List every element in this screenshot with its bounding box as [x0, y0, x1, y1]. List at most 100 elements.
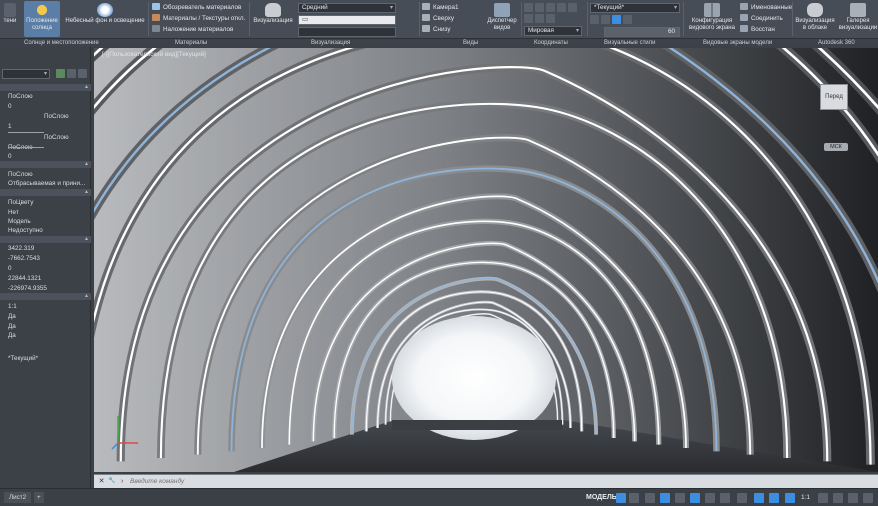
ucs-origin-icon[interactable]: [535, 3, 544, 12]
ucs-y-icon[interactable]: [557, 3, 566, 12]
style-xray-icon[interactable]: [623, 15, 632, 24]
style-faces-icon[interactable]: [601, 15, 610, 24]
group-views-label[interactable]: Виды: [463, 39, 478, 48]
property-value[interactable]: -226974.9355: [8, 285, 47, 292]
lineweight-icon[interactable]: [705, 493, 715, 503]
add-tab-button[interactable]: +: [34, 492, 44, 503]
materials-mapping-button[interactable]: Наложение материалов: [152, 25, 233, 35]
property-value[interactable]: 22844.1321: [8, 275, 41, 282]
select-objects-icon[interactable]: [67, 69, 76, 78]
quick-select-icon[interactable]: [56, 69, 65, 78]
property-value[interactable]: Отбрасываемая и прини...: [8, 180, 85, 187]
property-value[interactable]: ПоЦвету: [8, 199, 33, 206]
transparency-icon[interactable]: [720, 493, 730, 503]
settings-gear-icon[interactable]: [818, 493, 828, 503]
property-value[interactable]: 1:1: [8, 303, 17, 310]
property-value[interactable]: Нет: [8, 209, 19, 216]
property-value[interactable]: Недоступно: [8, 227, 43, 234]
property-value[interactable]: Да: [8, 313, 16, 320]
tab-sheet2[interactable]: Лист2: [4, 492, 32, 503]
group-visualize-label[interactable]: Визуализация: [311, 39, 350, 48]
close-icon[interactable]: ✕: [97, 477, 106, 486]
tunnel-3d-model: [94, 48, 878, 472]
group-visual-styles-label[interactable]: Визуальные стили: [604, 39, 656, 48]
annotation-scale-value[interactable]: 1:1: [801, 492, 810, 503]
snap-icon[interactable]: [629, 493, 639, 503]
section-general[interactable]: ▴: [0, 84, 91, 91]
property-value[interactable]: 3422.319: [8, 245, 34, 252]
render-gallery-button[interactable]: Галерея визуализации: [838, 1, 878, 37]
viewport-config-button[interactable]: Конфигурация видового экрана: [687, 1, 737, 37]
bottom-view-item[interactable]: Снизу: [422, 25, 451, 35]
materials-browser-button[interactable]: Обозреватель материалов: [152, 3, 241, 13]
annotation-visibility-icon[interactable]: [754, 493, 764, 503]
ucs-view-icon[interactable]: [524, 14, 533, 23]
isolate-icon[interactable]: [848, 493, 858, 503]
view-manager-button[interactable]: Диспетчер видов: [485, 1, 519, 37]
polar-icon[interactable]: [660, 493, 670, 503]
property-value[interactable]: ПоСлою: [8, 93, 33, 100]
property-value[interactable]: ПоСлою: [44, 134, 69, 141]
section-misc[interactable]: ▴: [0, 293, 91, 300]
property-value[interactable]: ПоСлою: [44, 113, 69, 120]
property-value[interactable]: 1: [8, 123, 12, 130]
ortho-icon[interactable]: [645, 493, 655, 503]
ucs-x-icon[interactable]: [546, 3, 555, 12]
annotation-scale-icon[interactable]: [785, 493, 795, 503]
property-value[interactable]: Да: [8, 323, 16, 330]
render-preset-field[interactable]: ▭: [298, 15, 396, 25]
pickadd-icon[interactable]: [78, 69, 87, 78]
sun-position-button[interactable]: Положение солнца: [24, 1, 60, 37]
ucs-select[interactable]: Мировая ▾: [524, 26, 582, 36]
style-shading-icon[interactable]: [612, 15, 621, 24]
grid-icon[interactable]: [616, 493, 626, 503]
top-view-item[interactable]: Сверху: [422, 14, 454, 24]
sky-lighting-button[interactable]: Небесный фон и освещение: [63, 1, 147, 37]
group-materials-label[interactable]: Материалы: [175, 39, 207, 48]
property-value[interactable]: ПоСлою: [8, 171, 33, 178]
customize-menu-icon[interactable]: [863, 493, 873, 503]
named-viewports-button[interactable]: Именованные: [740, 3, 792, 13]
visualize-button[interactable]: Визуализация: [252, 1, 294, 37]
wcs-menu[interactable]: МСК: [824, 143, 848, 151]
viewcube[interactable]: Перед: [820, 84, 848, 110]
visual-style-select[interactable]: *Текущий* ▾: [590, 3, 680, 13]
section-plot[interactable]: ▴: [0, 189, 91, 196]
section-view[interactable]: ▴: [0, 236, 91, 243]
property-value[interactable]: *Текущий*: [8, 355, 38, 362]
command-input[interactable]: [130, 476, 830, 487]
join-viewports-button[interactable]: Соединить: [740, 14, 783, 24]
render-quality-select[interactable]: Средний ▾: [298, 3, 396, 13]
shadows-button-cut[interactable]: тени: [0, 1, 20, 37]
group-coordinates-label[interactable]: Координаты: [534, 39, 568, 48]
restore-viewports-button[interactable]: Восстан: [740, 25, 775, 35]
ucs-z-icon[interactable]: [568, 3, 577, 12]
camera1-view-item[interactable]: Камера1: [422, 3, 459, 13]
property-value[interactable]: -7662.7543: [8, 255, 40, 262]
selection-cycling-icon[interactable]: [737, 493, 747, 503]
opacity-slider[interactable]: 60: [604, 27, 680, 37]
wrench-icon[interactable]: 🔧: [108, 477, 117, 486]
drawing-viewport[interactable]: [-][Пользовательский вид][Текущий] Перед…: [94, 48, 878, 472]
render-output-field[interactable]: [298, 27, 396, 37]
selection-filter-select[interactable]: ▾: [2, 69, 50, 79]
section-3d-visualization[interactable]: ▴: [0, 161, 91, 168]
materials-textures-button[interactable]: Материалы / Текстуры откл.: [152, 14, 245, 24]
property-value[interactable]: 0: [8, 103, 12, 110]
ucs-object-icon[interactable]: [535, 14, 544, 23]
style-edges-icon[interactable]: [590, 15, 599, 24]
ucs-face-icon[interactable]: [546, 14, 555, 23]
ucs-icon[interactable]: [524, 3, 533, 12]
model-space-toggle[interactable]: МОДЕЛЬ: [586, 492, 617, 503]
isodraft-icon[interactable]: [675, 493, 685, 503]
property-value[interactable]: 0: [8, 265, 12, 272]
cloud-render-button[interactable]: Визуализация в облаке: [795, 1, 835, 37]
annotation-autoscale-icon[interactable]: [769, 493, 779, 503]
group-model-viewports-label[interactable]: Видовые экраны модели: [703, 39, 772, 48]
property-value[interactable]: 0: [8, 153, 12, 160]
viewport-label[interactable]: [-][Пользовательский вид][Текущий]: [102, 51, 206, 58]
workspace-icon[interactable]: [833, 493, 843, 503]
property-value[interactable]: Модель: [8, 218, 31, 225]
object-snap-icon[interactable]: [690, 493, 700, 503]
property-value[interactable]: Да: [8, 332, 16, 339]
